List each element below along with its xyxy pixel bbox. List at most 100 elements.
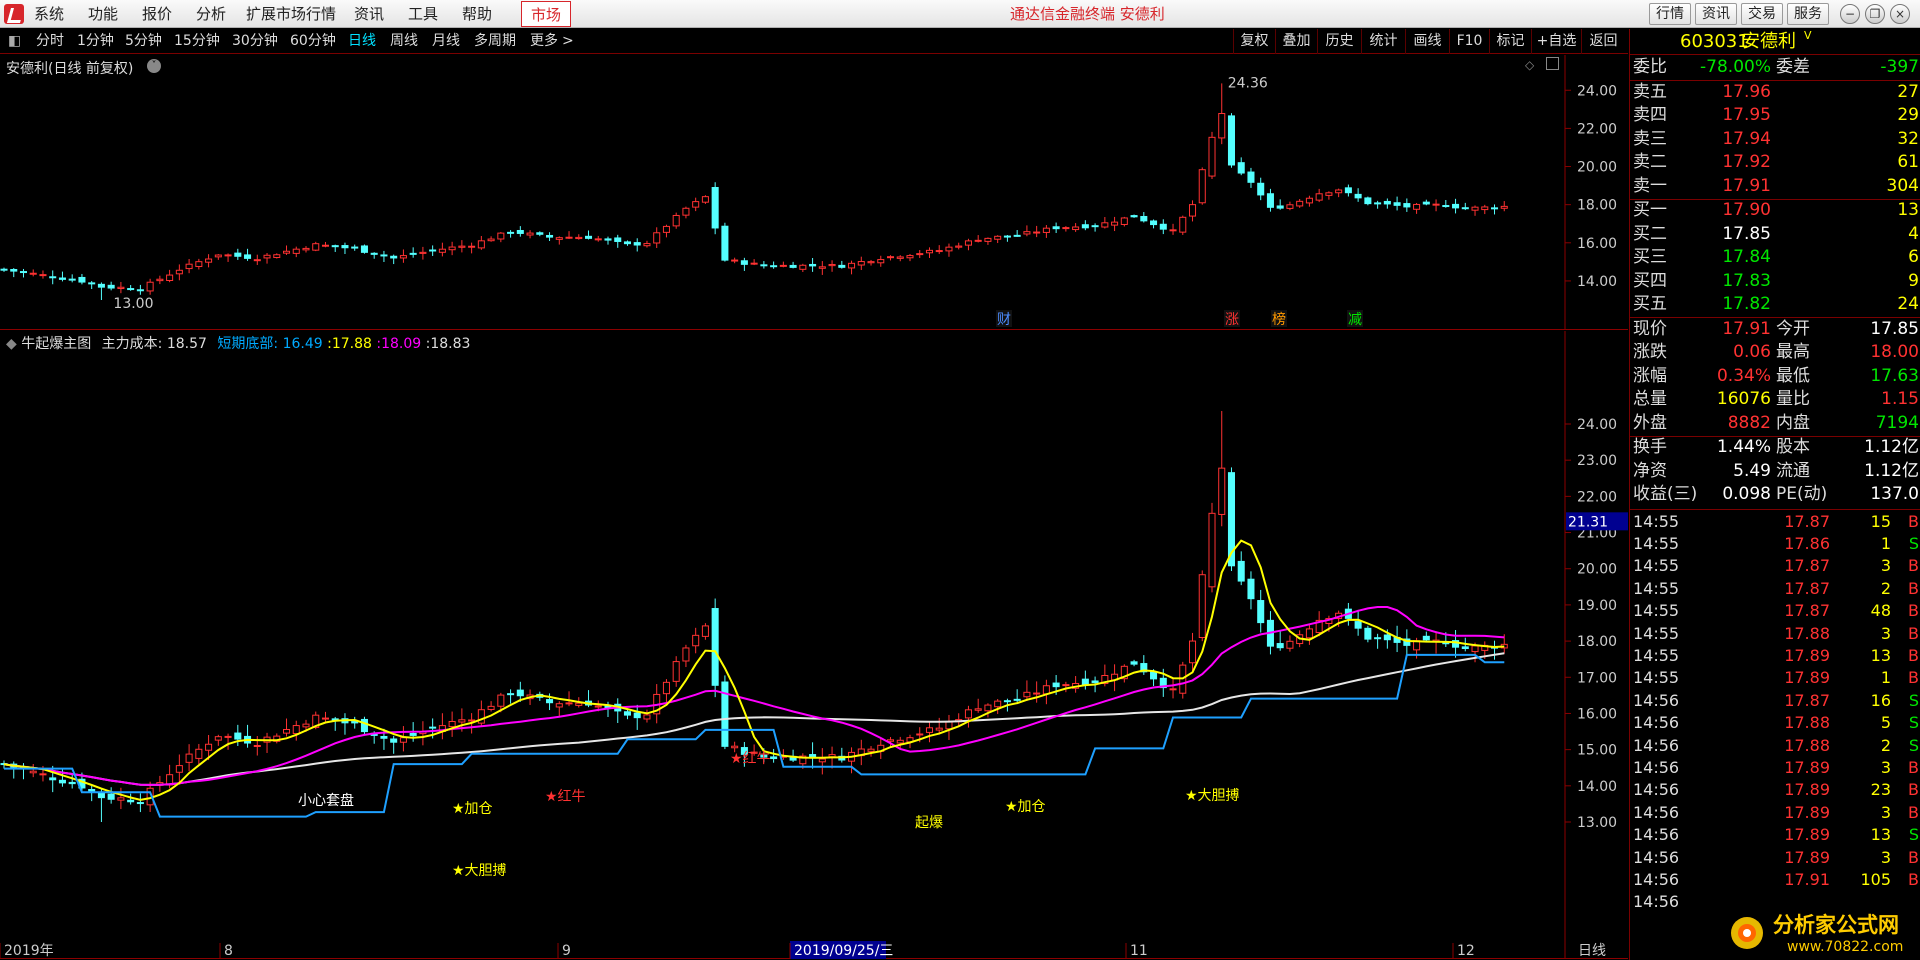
- menu-news[interactable]: 资讯: [354, 0, 384, 28]
- tick-side: S: [1908, 533, 1919, 553]
- tick-volume: 3: [1880, 556, 1891, 576]
- adjust-button[interactable]: 复权: [1233, 29, 1275, 54]
- period-weekly[interactable]: 周线: [390, 29, 418, 54]
- tick-time: 14:56: [1633, 892, 1680, 912]
- event-marker[interactable]: 财: [996, 310, 1012, 328]
- main-indicator-chart[interactable]: 24.00 23.00 22.00 21.00 20.00 19.00 18.00 17.00…: [0, 331, 1628, 959]
- back-button[interactable]: 返回: [1581, 29, 1625, 54]
- event-marker[interactable]: 榜: [1271, 310, 1287, 328]
- menu-help[interactable]: 帮助: [462, 0, 492, 28]
- tick-time: 14:56: [1633, 802, 1680, 822]
- panel-toggle-icon[interactable]: ◧: [8, 29, 22, 54]
- fund-label-2: 股本: [1776, 437, 1810, 457]
- stat-row: 涨幅 0.34% 最低 17.63: [1630, 365, 1920, 388]
- cost-value: 18.57: [166, 336, 207, 352]
- y-tick-label: 16.00: [1577, 236, 1617, 252]
- watermark-logo: 分析家公式网 www.70822.com: [1731, 913, 1903, 955]
- trade-button[interactable]: 交易: [1741, 3, 1783, 25]
- sell-label: 卖五: [1633, 81, 1667, 102]
- tick-volume: 3: [1880, 847, 1891, 867]
- main-chart-canvas[interactable]: 24.0023.0022.0021.0020.0019.0018.0017.00…: [0, 331, 1628, 959]
- period-fenshi[interactable]: 分时: [36, 29, 64, 54]
- period-monthly[interactable]: 月线: [432, 29, 460, 54]
- tick-time: 14:56: [1633, 869, 1680, 889]
- cursor-price: 21.31: [1568, 514, 1608, 530]
- tick-row: 14:55 17.88 3 B: [1630, 623, 1920, 645]
- tick-time: 14:55: [1633, 556, 1680, 576]
- indicator-toggle-icon[interactable]: ◆: [6, 336, 21, 352]
- y-tick-label: 20.00: [1577, 160, 1617, 176]
- fund-label: 换手: [1633, 437, 1667, 457]
- more-chevron-icon[interactable]: >: [562, 29, 574, 54]
- stat-value: 17.91: [1722, 318, 1771, 339]
- candle: [312, 241, 320, 252]
- menu-function[interactable]: 功能: [88, 0, 118, 28]
- event-marker[interactable]: 涨: [1224, 310, 1240, 328]
- y-tick-label: 14.00: [1577, 779, 1617, 795]
- menu-tools[interactable]: 工具: [408, 0, 438, 28]
- news-button[interactable]: 资讯: [1695, 3, 1737, 25]
- period-60min[interactable]: 60分钟: [290, 29, 336, 54]
- y-tick-label: 17.00: [1577, 670, 1617, 686]
- quote-panel: 603031 安德利 V 委比 -78.00% 委差 -397 卖五 17.96 27 卖四 1…: [1629, 29, 1920, 960]
- close-icon[interactable]: ×: [1890, 4, 1910, 24]
- candle: [1179, 215, 1187, 235]
- signal-annotation: ★大胆搏: [452, 862, 507, 879]
- x-axis-label: 8: [224, 943, 233, 959]
- market-tab[interactable]: 市场: [521, 1, 571, 27]
- tick-side: B: [1908, 623, 1919, 643]
- minimize-icon[interactable]: −: [1840, 4, 1860, 24]
- menu-analysis[interactable]: 分析: [196, 0, 226, 28]
- menu-system[interactable]: 系统: [34, 0, 64, 28]
- event-marker[interactable]: 减: [1347, 310, 1363, 328]
- period-more[interactable]: 更多: [530, 29, 558, 54]
- tick-side: B: [1908, 645, 1919, 665]
- buy-volume: 13: [1897, 200, 1919, 220]
- period-1min[interactable]: 1分钟: [77, 29, 114, 54]
- fund-value: 5.49: [1733, 460, 1771, 481]
- maximize-chart-icon[interactable]: [1546, 57, 1559, 70]
- f10-button[interactable]: F10: [1449, 29, 1489, 54]
- top-candlestick-chart[interactable]: 24.00 22.00 20.00 18.00 16.00 14.00 24.36 13.00…: [0, 55, 1628, 330]
- tick-volume: 48: [1870, 601, 1891, 621]
- period-multi[interactable]: 多周期: [474, 29, 516, 54]
- tick-volume: 23: [1870, 780, 1891, 800]
- stat-value-2: 17.85: [1870, 318, 1919, 339]
- signal-annotation: 小心套盘: [298, 792, 354, 809]
- menu-extended-market[interactable]: 扩展市场行情: [246, 0, 336, 28]
- period-5min[interactable]: 5分钟: [125, 29, 162, 54]
- quote-button[interactable]: 行情: [1649, 3, 1691, 25]
- stat-label: 涨幅: [1633, 365, 1667, 386]
- period-15min[interactable]: 15分钟: [174, 29, 220, 54]
- y-tick-label: 18.00: [1577, 198, 1617, 214]
- x-axis-label: 9: [562, 943, 571, 959]
- tick-volume: 16: [1870, 690, 1891, 710]
- mark-button[interactable]: 标记: [1489, 29, 1531, 54]
- add-watchlist-button[interactable]: +自选: [1531, 29, 1581, 54]
- history-button[interactable]: 历史: [1317, 29, 1361, 54]
- stat-row: 外盘 8882 内盘 7194: [1630, 412, 1920, 435]
- top-chart-canvas[interactable]: 24.00 22.00 20.00 18.00 16.00 14.00 24.36 13.00…: [0, 55, 1628, 330]
- overlay-button[interactable]: 叠加: [1275, 29, 1317, 54]
- signal-annotation: ★红牛: [545, 789, 586, 805]
- buy-row: 买二 17.85 4: [1630, 223, 1920, 246]
- stats-button[interactable]: 统计: [1361, 29, 1405, 54]
- menu-quote[interactable]: 报价: [142, 0, 172, 28]
- period-30min[interactable]: 30分钟: [232, 29, 278, 54]
- diamond-icon[interactable]: ◇: [1525, 58, 1534, 72]
- tick-price: 17.89: [1784, 757, 1830, 777]
- restore-icon[interactable]: ❐: [1865, 4, 1885, 24]
- signal-annotation: ★大胆搏: [1185, 787, 1240, 804]
- sell-label: 卖三: [1633, 128, 1667, 149]
- signal-annotation: ★红牛: [730, 751, 771, 767]
- draw-button[interactable]: 画线: [1405, 29, 1449, 54]
- tick-price: 17.87: [1784, 511, 1830, 531]
- stat-label: 外盘: [1633, 412, 1667, 433]
- service-button[interactable]: 服务: [1787, 3, 1829, 25]
- sell-price: 17.96: [1722, 81, 1771, 102]
- fund-value: 1.44%: [1716, 437, 1771, 457]
- period-daily[interactable]: 日线: [348, 29, 376, 54]
- tick-time: 14:56: [1633, 847, 1680, 867]
- signal-annotation: ★加仓: [1005, 799, 1046, 815]
- dropdown-chevron-icon[interactable]: ˅: [147, 59, 161, 73]
